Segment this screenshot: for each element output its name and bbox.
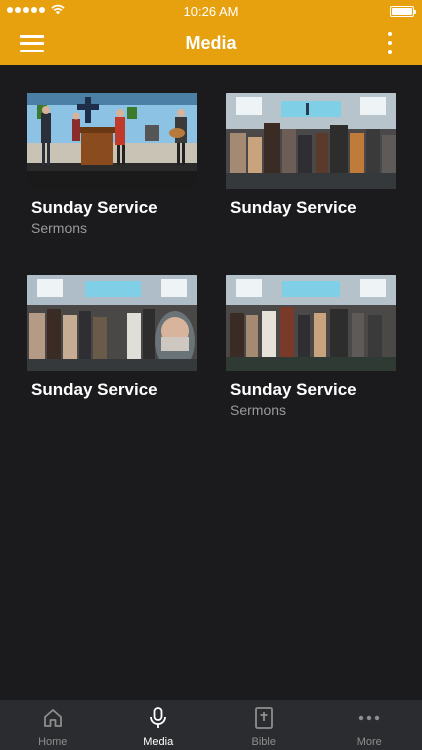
media-grid: Sunday Service Sermons Sunday Service Su… [0,65,422,700]
media-thumbnail [226,93,396,189]
tab-more[interactable]: More [317,700,422,750]
status-bar: 10:26 AM [0,0,422,22]
tab-media[interactable]: Media [106,700,212,750]
tab-label: Bible [251,736,276,748]
media-title: Sunday Service [31,380,158,399]
media-card[interactable]: Sunday Service [27,275,197,402]
media-card[interactable]: Sunday Service Sermons [27,93,197,236]
microphone-icon [145,705,171,731]
media-subtitle: Sermons [230,402,287,418]
tab-bible[interactable]: Bible [211,700,317,750]
media-title: Sunday Service [230,380,357,399]
tab-label: More [356,736,382,748]
tab-home[interactable]: Home [0,700,106,750]
media-card[interactable]: Sunday Service [226,93,396,220]
media-thumbnail [27,93,197,189]
media-card[interactable]: Sunday Service Sermons [226,275,396,418]
tab-label: Home [38,736,68,748]
nav-bar: Media [0,22,422,65]
app-screen: 10:26 AM Media Sunday Service Sermons Su… [0,0,422,750]
media-thumbnail [27,275,197,371]
more-icon [356,705,382,731]
page-title: Media [185,33,237,53]
battery-icon [390,6,416,17]
more-options-icon[interactable] [386,32,394,54]
bible-icon [251,705,277,731]
status-time: 10:26 AM [183,4,239,19]
home-icon [40,705,66,731]
media-thumbnail [226,275,396,371]
tab-label: Media [143,736,174,748]
media-title: Sunday Service [31,198,158,217]
header: 10:26 AM Media [0,0,422,65]
media-title: Sunday Service [230,198,357,217]
media-subtitle: Sermons [31,220,88,236]
tab-bar: Home Media Bible More [0,700,422,750]
